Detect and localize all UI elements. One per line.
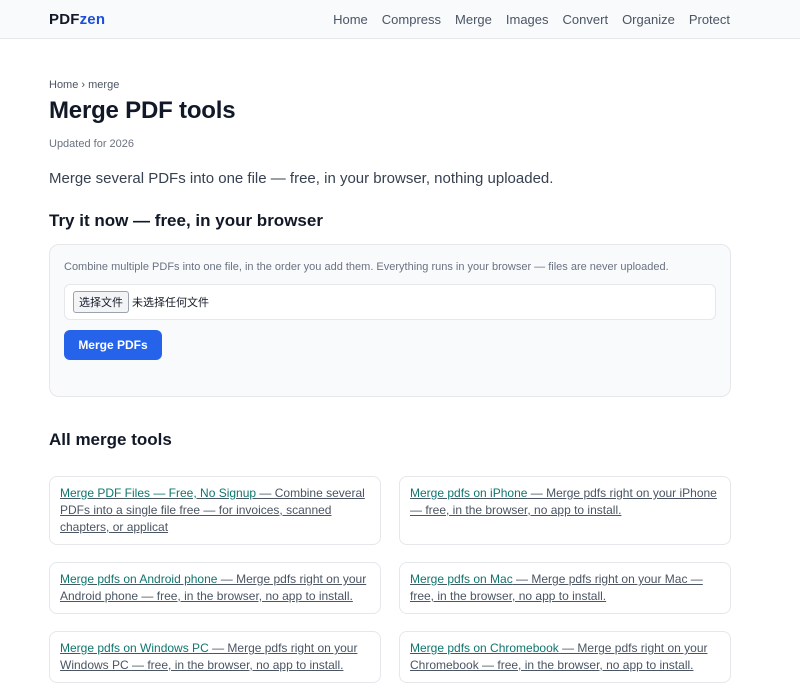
file-picker: 选择文件 未选择任何文件 <box>64 284 716 320</box>
nav-link-convert[interactable]: Convert <box>563 12 609 27</box>
nav-link-merge[interactable]: Merge <box>455 12 492 27</box>
top-navbar: PDFzen Home Compress Merge Images Conver… <box>0 0 800 39</box>
tool-card-chromebook[interactable]: Merge pdfs on Chromebook — Merge pdfs ri… <box>399 631 731 683</box>
updated-note: Updated for 2026 <box>49 138 135 150</box>
tool-card-title: Merge PDF Files — Free, No Signup <box>60 486 257 500</box>
breadcrumb-current: merge <box>88 79 120 91</box>
file-status-text: 未选择任何文件 <box>132 297 209 309</box>
merge-pdfs-button[interactable]: Merge PDFs <box>64 330 162 360</box>
intro-text: Merge several PDFs into one file — free,… <box>49 170 554 187</box>
tools-grid: Merge PDF Files — Free, No Signup — Comb… <box>49 476 731 683</box>
site-logo[interactable]: PDFzen <box>49 11 105 28</box>
tool-card-title: Merge pdfs on Windows PC <box>60 641 209 655</box>
logo-text-pdf: PDF <box>49 10 80 28</box>
tool-card-title: Merge pdfs on Chromebook <box>410 641 559 655</box>
tool-card-title: Merge pdfs on iPhone <box>410 486 528 500</box>
nav-link-compress[interactable]: Compress <box>382 12 441 27</box>
nav-link-home[interactable]: Home <box>333 12 368 27</box>
breadcrumb-home-link[interactable]: Home <box>49 79 78 91</box>
tool-card-title: Merge pdfs on Android phone <box>60 572 218 586</box>
all-tools-heading: All merge tools <box>49 430 172 449</box>
tool-description: Combine multiple PDFs into one file, in … <box>64 261 669 273</box>
breadcrumb-separator: › <box>81 79 86 91</box>
logo-text-zen: zen <box>79 10 106 28</box>
tool-card-merge-pdf-files[interactable]: Merge PDF Files — Free, No Signup — Comb… <box>49 476 381 545</box>
choose-file-button[interactable]: 选择文件 <box>73 291 129 313</box>
breadcrumb: Home › merge <box>49 79 730 91</box>
merge-tool-panel: Combine multiple PDFs into one file, in … <box>49 244 731 397</box>
main-nav: Home Compress Merge Images Convert Organ… <box>333 12 730 27</box>
main-content: Home › merge Merge PDF tools Updated for… <box>0 79 800 683</box>
nav-link-images[interactable]: Images <box>506 12 549 27</box>
tool-card-android[interactable]: Merge pdfs on Android phone — Merge pdfs… <box>49 562 381 614</box>
nav-link-protect[interactable]: Protect <box>689 12 730 27</box>
page-title: Merge PDF tools <box>49 97 236 124</box>
try-it-heading: Try it now — free, in your browser <box>49 211 323 230</box>
tool-card-mac[interactable]: Merge pdfs on Mac — Merge pdfs right on … <box>399 562 731 614</box>
tool-card-windows[interactable]: Merge pdfs on Windows PC — Merge pdfs ri… <box>49 631 381 683</box>
nav-link-organize[interactable]: Organize <box>622 12 675 27</box>
tool-card-title: Merge pdfs on Mac <box>410 572 513 586</box>
tool-card-iphone[interactable]: Merge pdfs on iPhone — Merge pdfs right … <box>399 476 731 545</box>
